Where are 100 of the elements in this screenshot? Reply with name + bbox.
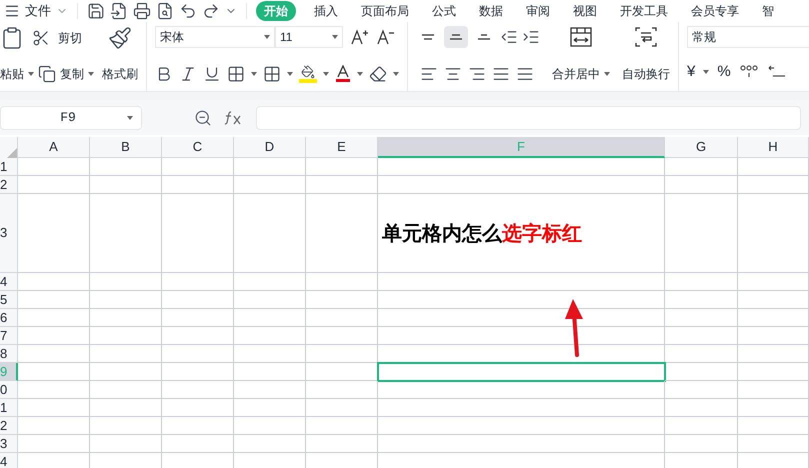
grid-cell[interactable]	[162, 158, 234, 176]
grid-cell[interactable]	[738, 158, 809, 176]
grid-cell[interactable]	[306, 399, 378, 417]
print-icon[interactable]	[133, 2, 151, 20]
grid-cell[interactable]	[18, 399, 90, 417]
grid-cell[interactable]	[378, 435, 665, 453]
grid-cell[interactable]	[234, 158, 306, 176]
grid-cell[interactable]	[738, 345, 809, 363]
grid-cell[interactable]	[18, 291, 90, 309]
grid-cell[interactable]	[18, 176, 90, 194]
grid-cell[interactable]	[738, 176, 809, 194]
align-center-icon[interactable]	[444, 65, 462, 83]
grid-cell[interactable]	[18, 327, 90, 345]
row-header[interactable]: 6	[0, 309, 18, 327]
grid-cell[interactable]	[162, 417, 234, 435]
grid-cell[interactable]	[90, 363, 162, 381]
column-header[interactable]: D	[234, 137, 306, 158]
grid-cell[interactable]	[306, 273, 378, 291]
grid-cell[interactable]	[378, 158, 665, 176]
increase-font-icon[interactable]	[351, 29, 369, 45]
grid-cell[interactable]	[665, 345, 738, 363]
grid-cell[interactable]	[378, 176, 665, 194]
grid-cell[interactable]: 单元格内怎么选字标红	[378, 194, 665, 273]
eraser-icon[interactable]	[369, 65, 387, 83]
grid-cell[interactable]	[306, 381, 378, 399]
format-painter-button[interactable]: 格式刷	[102, 65, 138, 83]
decrease-indent-icon[interactable]	[500, 28, 518, 46]
grid-cell[interactable]	[378, 327, 665, 345]
grid-cell[interactable]	[162, 291, 234, 309]
grid-cell[interactable]	[738, 399, 809, 417]
grid-cell[interactable]	[90, 273, 162, 291]
grid-cell[interactable]	[234, 327, 306, 345]
grid-cell[interactable]	[90, 327, 162, 345]
grid-cell[interactable]	[665, 158, 738, 176]
grid-cell[interactable]	[18, 435, 90, 453]
grid-cell[interactable]	[306, 417, 378, 435]
grid-cell[interactable]	[162, 345, 234, 363]
row-header[interactable]: 1	[0, 399, 18, 417]
number-format-dropdown[interactable]: 常规	[687, 26, 809, 48]
undo-icon[interactable]	[179, 2, 197, 20]
column-header[interactable]: G	[665, 137, 738, 158]
grid-cell[interactable]	[162, 194, 234, 273]
grid-cell[interactable]	[306, 176, 378, 194]
ribbon-tab[interactable]: 审阅	[526, 2, 550, 20]
grid-cell[interactable]	[738, 363, 809, 381]
selected-cell[interactable]	[378, 363, 665, 381]
grid-cell[interactable]	[234, 291, 306, 309]
ribbon-tab[interactable]: 页面布局	[361, 2, 409, 20]
grid-cell[interactable]	[738, 273, 809, 291]
grid-cell[interactable]	[665, 417, 738, 435]
grid-cell[interactable]	[162, 176, 234, 194]
grid-cell[interactable]	[378, 399, 665, 417]
grid-cell[interactable]	[738, 327, 809, 345]
justify-icon[interactable]	[492, 65, 510, 83]
grid-cell[interactable]	[665, 381, 738, 399]
grid-cell[interactable]	[90, 399, 162, 417]
grid-cell[interactable]	[665, 176, 738, 194]
grid-cell[interactable]	[90, 381, 162, 399]
ribbon-tab[interactable]: 会员专享	[691, 2, 739, 20]
thousands-separator-icon[interactable]	[738, 64, 759, 80]
column-header[interactable]: H	[738, 137, 809, 158]
grid-cell[interactable]	[665, 194, 738, 273]
grid-cell[interactable]	[162, 435, 234, 453]
grid-cell[interactable]	[90, 435, 162, 453]
grid-cell[interactable]	[738, 435, 809, 453]
row-header[interactable]: 5	[0, 291, 18, 309]
grid-cell[interactable]	[665, 399, 738, 417]
grid-cell[interactable]	[306, 309, 378, 327]
row-header[interactable]: 4	[0, 453, 18, 468]
row-header[interactable]: 4	[0, 273, 18, 291]
merge-cells-icon[interactable]	[569, 26, 593, 48]
grid-cell[interactable]	[738, 194, 809, 273]
grid-cell[interactable]	[18, 158, 90, 176]
export-icon[interactable]	[110, 2, 128, 20]
redo-icon[interactable]	[202, 2, 220, 20]
grid-cell[interactable]	[234, 399, 306, 417]
grid-cell[interactable]	[234, 435, 306, 453]
grid-cell[interactable]	[90, 291, 162, 309]
grid-cell[interactable]	[162, 381, 234, 399]
row-header[interactable]: 8	[0, 345, 18, 363]
grid-cell[interactable]	[378, 417, 665, 435]
grid-cell[interactable]	[665, 435, 738, 453]
grid-cell[interactable]	[18, 309, 90, 327]
font-color-icon[interactable]	[335, 65, 351, 83]
copy-icon[interactable]	[38, 65, 56, 83]
row-header[interactable]: 2	[0, 417, 18, 435]
ribbon-tab[interactable]: 数据	[479, 2, 503, 20]
ribbon-tab[interactable]: 视图	[573, 2, 597, 20]
cell-format-icon[interactable]	[263, 65, 281, 83]
percent-button[interactable]: %	[717, 60, 731, 83]
grid-cell[interactable]	[306, 435, 378, 453]
row-header[interactable]: 3	[0, 194, 18, 273]
distribute-icon[interactable]	[516, 65, 534, 83]
grid-cell[interactable]	[234, 363, 306, 381]
align-left-icon[interactable]	[420, 65, 438, 83]
increase-indent-icon[interactable]	[522, 28, 540, 46]
grid-cell[interactable]	[306, 327, 378, 345]
grid-cell[interactable]	[234, 176, 306, 194]
triangle-icon[interactable]	[7, 148, 17, 158]
fill-color-icon[interactable]	[299, 65, 317, 83]
